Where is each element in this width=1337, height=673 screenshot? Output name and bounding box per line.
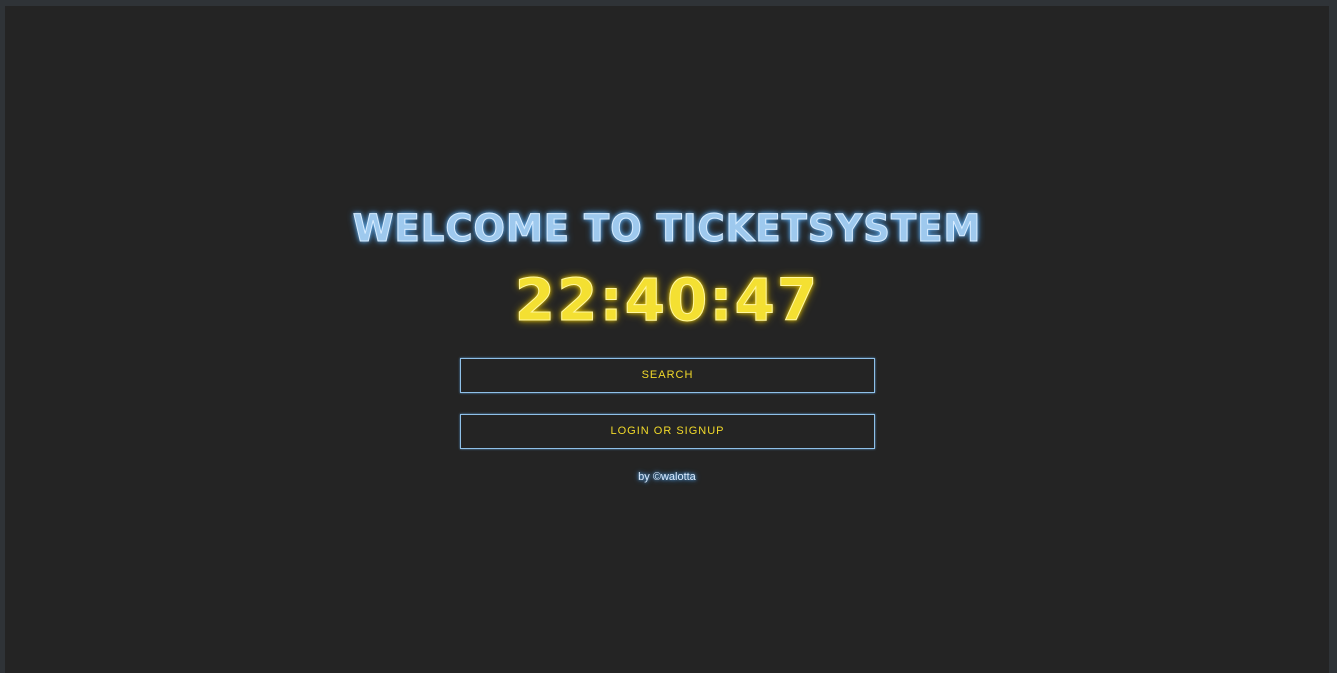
search-button[interactable]: SEARCH [460,358,875,393]
main-frame: WELCOME TO TICKETSYSTEM 22:40:47 SEARCH … [5,6,1329,673]
digital-clock: 22:40:47 [514,266,820,335]
welcome-title: WELCOME TO TICKETSYSTEM [352,207,982,251]
author-credit: by ©walotta [638,471,696,483]
login-or-signup-button[interactable]: LOGIN OR SIGNUP [460,414,875,449]
